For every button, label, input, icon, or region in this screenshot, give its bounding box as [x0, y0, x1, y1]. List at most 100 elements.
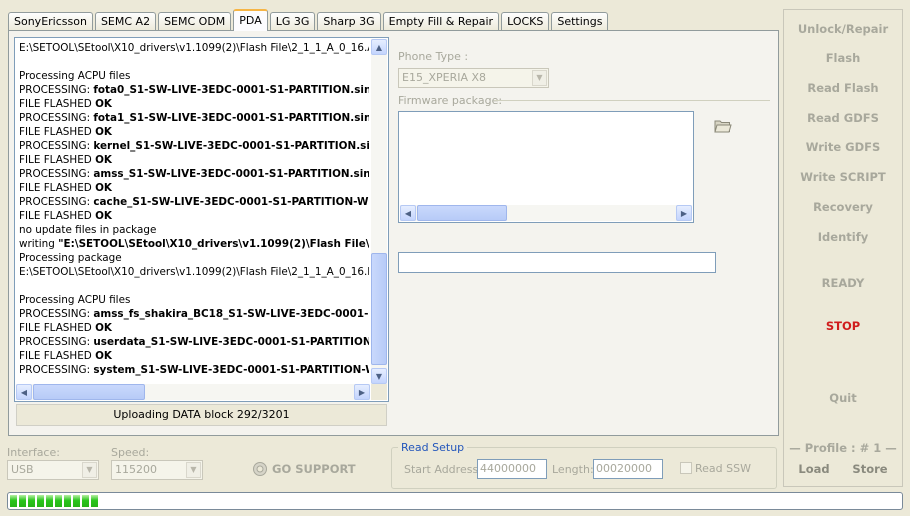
read-ssw-checkbox[interactable]	[680, 462, 692, 474]
read-ssw-label: Read SSW	[695, 462, 751, 475]
log-line-bold-text: OK	[95, 154, 112, 166]
interface-value: USB	[11, 463, 34, 476]
write-script-button[interactable]: Write SCRIPT	[784, 170, 902, 184]
log-line-text: FILE FLASHED	[19, 126, 96, 138]
log-line: FILE FLASHED OK	[19, 125, 369, 139]
log-line-text: PROCESSING:	[19, 364, 94, 376]
tab-semc-a2[interactable]: SEMC A2	[94, 12, 157, 31]
ready-status: READY	[821, 276, 865, 290]
firmware-horizontal-scrollbar[interactable]: ◀ ▶	[400, 205, 692, 221]
log-line-bold-text: system_S1-SW-LIVE-3EDC-0001-S1-PARTITION…	[93, 364, 369, 376]
phone-type-value: E15_XPERIA X8	[402, 71, 487, 84]
scroll-down-icon[interactable]: ▼	[371, 368, 387, 384]
tab-settings[interactable]: Settings	[551, 12, 609, 31]
tab-sharp-3g[interactable]: Sharp 3G	[317, 12, 381, 31]
unlock-repair-button[interactable]: Unlock/Repair	[784, 22, 902, 36]
recovery-button[interactable]: Recovery	[784, 200, 902, 214]
log-line-text: PROCESSING:	[19, 336, 94, 348]
profile-label: — Profile : # 1 —	[789, 441, 897, 455]
tab-lg-3g[interactable]: LG 3G	[269, 12, 316, 31]
tab-pda[interactable]: PDA	[233, 9, 268, 31]
read-flash-button[interactable]: Read Flash	[784, 81, 902, 95]
quit-button[interactable]: Quit	[784, 391, 902, 405]
log-line: FILE FLASHED OK	[19, 349, 369, 363]
horizontal-scroll-thumb[interactable]	[417, 205, 507, 221]
start-address-input[interactable]: 44000000	[477, 459, 547, 479]
log-line-text: PROCESSING:	[19, 196, 94, 208]
log-line: no update files in package	[19, 223, 369, 237]
log-vertical-scrollbar[interactable]: ▲ ▼	[371, 39, 387, 384]
go-support-label: GO SUPPORT	[272, 462, 356, 476]
start-address-label: Start Address:	[404, 463, 482, 476]
log-horizontal-scrollbar[interactable]: ◀ ▶	[16, 384, 370, 400]
speed-select[interactable]: 115200 ▼	[111, 460, 203, 480]
interface-select[interactable]: USB ▼	[7, 460, 99, 480]
log-output[interactable]: E:\SETOOL\SEtool\X10_drivers\v1.1099(2)\…	[14, 37, 389, 402]
log-line: PROCESSING: amss_fs_shakira_BC18_S1-SW-L…	[19, 307, 369, 321]
store-button[interactable]: Store	[842, 462, 898, 476]
log-line-text: PROCESSING:	[19, 140, 94, 152]
log-line: writing "E:\SETOOL\SEtool\X10_drivers\v1…	[19, 237, 369, 251]
log-line: PROCESSING: amss_S1-SW-LIVE-3EDC-0001-S1…	[19, 167, 369, 181]
log-line-text: PROCESSING:	[19, 112, 94, 124]
scroll-corner	[371, 384, 387, 400]
log-line: Processing package	[19, 251, 369, 265]
identify-button[interactable]: Identify	[784, 230, 902, 244]
progress-block	[55, 495, 62, 507]
log-line-text: PROCESSING:	[19, 308, 94, 320]
log-line: FILE FLASHED OK	[19, 97, 369, 111]
vertical-scroll-thumb[interactable]	[371, 253, 387, 365]
tab-sonyericsson[interactable]: SonyEricsson	[8, 12, 93, 31]
length-input[interactable]: 00020000	[593, 459, 663, 479]
scroll-right-icon[interactable]: ▶	[354, 384, 370, 400]
scroll-left-icon[interactable]: ◀	[16, 384, 32, 400]
log-line-text: FILE FLASHED	[19, 182, 96, 194]
log-line: PROCESSING: system_S1-SW-LIVE-3EDC-0001-…	[19, 363, 369, 377]
upload-status: Uploading DATA block 292/3201	[16, 404, 387, 426]
log-line: PROCESSING: userdata_S1-SW-LIVE-3EDC-000…	[19, 335, 369, 349]
support-icon	[253, 462, 267, 476]
write-gdfs-button[interactable]: Write GDFS	[784, 140, 902, 154]
log-line-text: E:\SETOOL\SEtool\X10_drivers\v1.1099(2)\…	[19, 266, 369, 278]
progress-block	[37, 495, 44, 507]
firmware-group-line	[494, 100, 770, 101]
log-line: FILE FLASHED OK	[19, 181, 369, 195]
tab-semc-odm[interactable]: SEMC ODM	[158, 12, 232, 31]
speed-label: Speed:	[111, 446, 150, 459]
log-line-bold-text: userdata_S1-SW-LIVE-3EDC-0001-S1-PARTITI…	[93, 336, 369, 348]
horizontal-scroll-thumb[interactable]	[33, 384, 145, 400]
progress-block	[46, 495, 53, 507]
scroll-left-icon[interactable]: ◀	[400, 205, 416, 221]
tab-locks[interactable]: LOCKS	[501, 12, 550, 31]
stop-button[interactable]: STOP	[784, 319, 902, 333]
log-line-text: FILE FLASHED	[19, 322, 96, 334]
scroll-right-icon[interactable]: ▶	[676, 205, 692, 221]
progress-block	[73, 495, 80, 507]
log-lines: E:\SETOOL\SEtool\X10_drivers\v1.1099(2)\…	[19, 41, 369, 381]
log-line-bold-text: OK	[95, 210, 112, 222]
log-line-bold-text: kernel_S1-SW-LIVE-3EDC-0001-S1-PARTITION…	[93, 140, 369, 152]
log-line-bold-text: fota1_S1-SW-LIVE-3EDC-0001-S1-PARTITION.…	[93, 112, 369, 124]
tab-strip: SonyEricsson SEMC A2 SEMC ODM PDA LG 3G Sharp…	[8, 9, 610, 31]
log-line-bold-text: OK	[95, 322, 112, 334]
path-input[interactable]	[398, 252, 716, 273]
log-line: E:\SETOOL\SEtool\X10_drivers\v1.1099(2)\…	[19, 265, 369, 279]
progress-block	[82, 495, 89, 507]
firmware-package-list[interactable]: ◀ ▶	[398, 111, 694, 223]
read-gdfs-button[interactable]: Read GDFS	[784, 111, 902, 125]
log-line-text: PROCESSING:	[19, 168, 94, 180]
folder-open-icon[interactable]	[714, 119, 732, 133]
log-line-bold-text: cache_S1-SW-LIVE-3EDC-0001-S1-PARTITION-…	[93, 196, 369, 208]
progress-block	[19, 495, 26, 507]
phone-type-select[interactable]: E15_XPERIA X8 ▼	[398, 68, 549, 88]
scroll-up-icon[interactable]: ▲	[371, 39, 387, 55]
flash-button[interactable]: Flash	[784, 51, 902, 65]
log-line: PROCESSING: fota0_S1-SW-LIVE-3EDC-0001-S…	[19, 83, 369, 97]
tab-empty-fill-repair[interactable]: Empty Fill & Repair	[382, 12, 500, 31]
log-line-text: Processing ACPU files	[19, 294, 131, 306]
progress-block	[10, 495, 17, 507]
load-button[interactable]: Load	[786, 462, 842, 476]
go-support-button[interactable]: GO SUPPORT	[252, 461, 356, 477]
chevron-down-icon: ▼	[186, 462, 201, 478]
